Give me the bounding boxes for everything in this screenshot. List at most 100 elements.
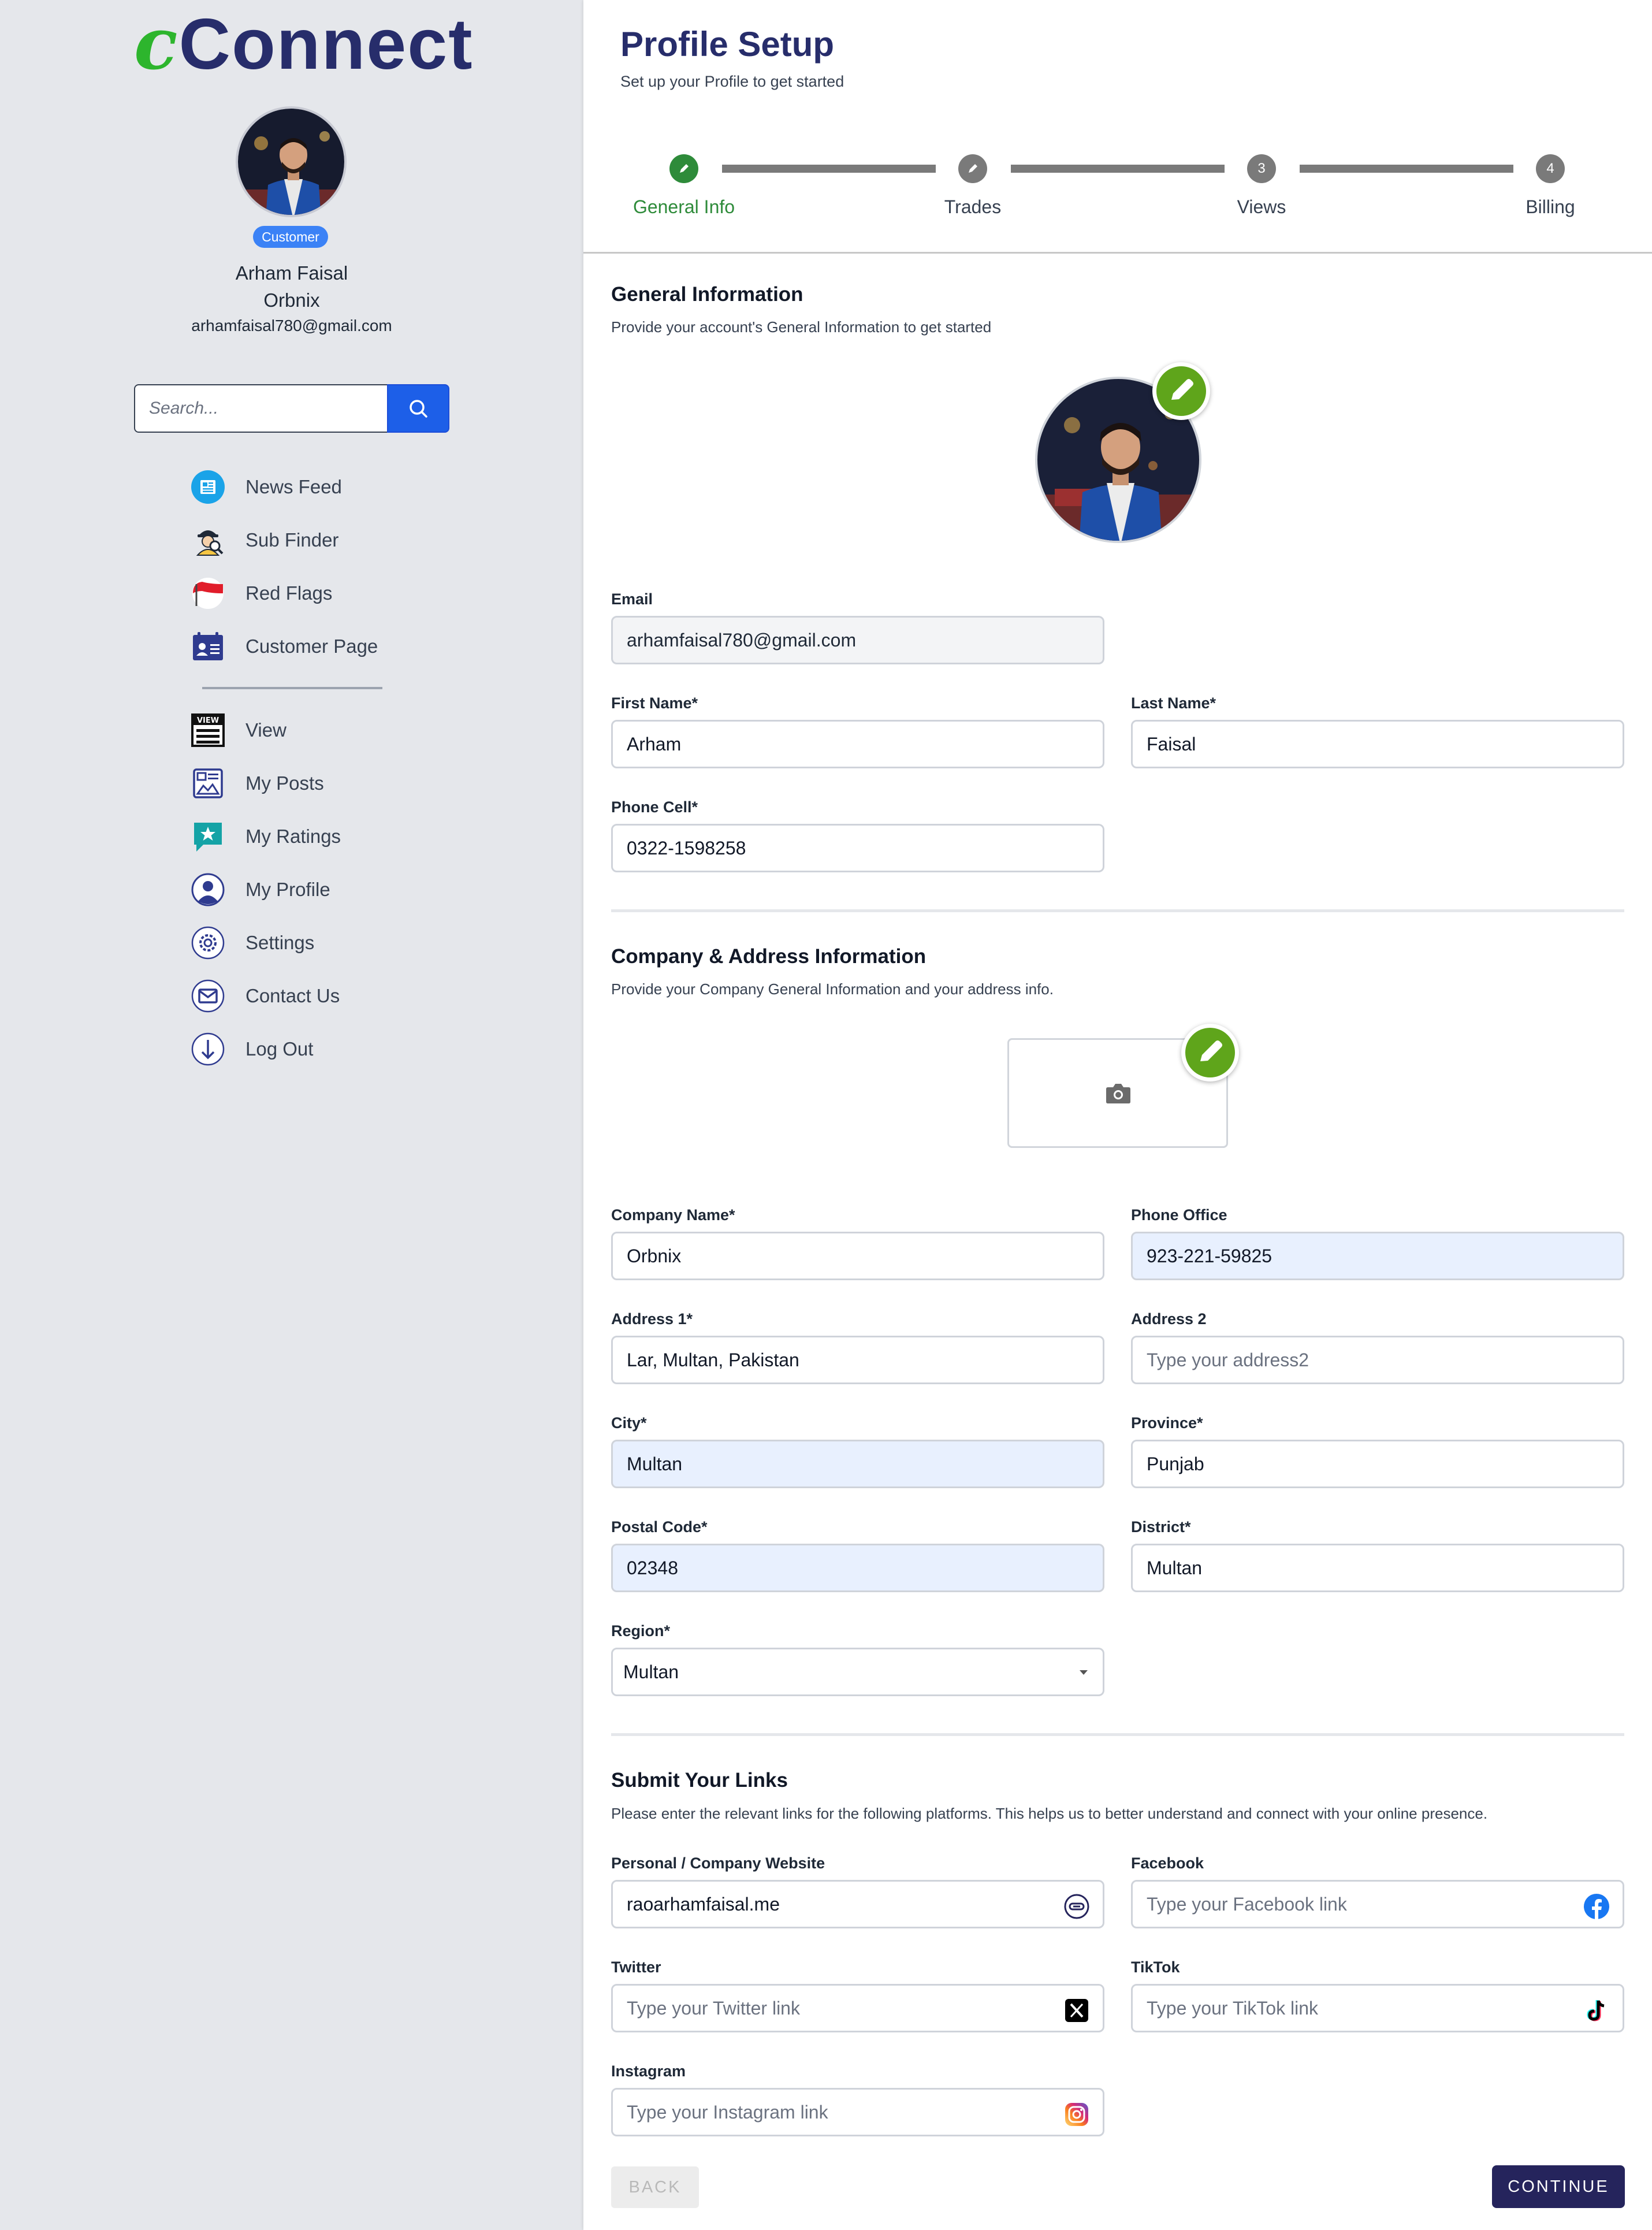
my-ratings-icon [194,823,222,852]
sidebar-avatar[interactable] [236,106,347,217]
step-label-views[interactable]: Views [1192,196,1331,218]
step-connector [722,165,936,173]
email-field: arhamfaisal780@gmail.com [611,616,1104,664]
step-marker-views[interactable]: 3 [1247,154,1276,183]
news-feed-icon [191,470,225,504]
section-divider [611,1733,1624,1736]
nav-label: Sub Finder [245,529,339,551]
settings-icon [191,926,225,960]
my-posts-icon [193,768,223,798]
nav-item-customer-page[interactable]: Customer Page [191,626,479,667]
step-connector [1300,165,1513,173]
step-label-trades[interactable]: Trades [903,196,1042,218]
nav-label: Log Out [245,1038,314,1060]
facebook-field[interactable]: Type your Facebook link [1131,1880,1624,1928]
first-name-field[interactable]: Arham [611,720,1104,768]
user-email: arhamfaisal780@gmail.com [191,317,392,335]
step-label-billing[interactable]: Billing [1481,196,1620,218]
camera-icon [1106,1084,1130,1103]
nav-item-view[interactable]: VIEW View [191,710,479,750]
search-input[interactable] [134,384,388,433]
twitter-field[interactable]: Type your Twitter link [611,1984,1104,2032]
section-divider [611,909,1624,912]
page-title: Profile Setup [620,25,835,64]
website-label: Personal / Company Website [611,1854,825,1872]
chevron-down-icon [1080,1670,1088,1675]
company-name-label: Company Name* [611,1206,735,1224]
instagram-field[interactable]: Type your Instagram link [611,2088,1104,2136]
nav-label: Red Flags [245,582,333,604]
step-label-general-info[interactable]: General Info [615,196,753,218]
phone-office-label: Phone Office [1131,1206,1227,1224]
x-twitter-icon [1065,1999,1088,2022]
contact-us-icon [191,979,225,1013]
step-marker-billing[interactable]: 4 [1536,154,1565,183]
user-company: Orbnix [263,289,320,311]
tiktok-label: TikTok [1131,1958,1180,1976]
region-selected-value: Multan [623,1662,679,1682]
log-out-icon [191,1032,225,1066]
nav-divider [202,687,382,689]
phone-cell-field[interactable]: 0322-1598258 [611,824,1104,872]
address2-field[interactable]: Type your address2 [1131,1336,1624,1384]
stepper-divider [583,252,1652,254]
svg-text:VIEW: VIEW [197,716,219,725]
instagram-icon [1065,2103,1088,2126]
step-marker-trades[interactable] [958,154,987,183]
last-name-field[interactable]: Faisal [1131,720,1624,768]
nav-item-contact-us[interactable]: Contact Us [191,976,479,1016]
profile-setup-panel: Profile Setup Set up your Profile to get… [583,0,1652,2230]
nav-label: News Feed [245,476,342,497]
nav-item-red-flags[interactable]: Red Flags [191,573,479,614]
step-marker-general-info[interactable] [669,154,698,183]
nav-item-my-posts[interactable]: My Posts [191,763,479,804]
nav-item-log-out[interactable]: Log Out [191,1029,479,1069]
sub-finder-icon [196,530,224,556]
nav-item-sub-finder[interactable]: Sub Finder [191,520,479,560]
first-name-label: First Name* [611,694,698,712]
edit-company-logo-button[interactable] [1181,1024,1239,1081]
page-subtitle: Set up your Profile to get started [620,73,844,90]
address1-field[interactable]: Lar, Multan, Pakistan [611,1336,1104,1384]
city-field[interactable]: Multan [611,1440,1104,1488]
twitter-label: Twitter [611,1958,661,1976]
company-info-subtitle: Provide your Company General Information… [611,980,1054,998]
search-button[interactable] [387,384,449,433]
nav-item-news-feed[interactable]: News Feed [191,467,479,507]
nav-label: Customer Page [245,635,378,657]
tiktok-icon [1587,2000,1605,2021]
postal-code-field[interactable]: 02348 [611,1544,1104,1592]
nav-item-my-ratings[interactable]: My Ratings [191,816,479,857]
last-name-label: Last Name* [1131,694,1216,712]
app-logo[interactable]: cConnect [134,3,474,86]
company-name-field[interactable]: Orbnix [611,1232,1104,1280]
continue-button[interactable]: CONTINUE [1492,2165,1625,2208]
links-subtitle: Please enter the relevant links for the … [611,1805,1488,1822]
twitter-placeholder: Type your Twitter link [627,1998,800,2019]
address1-label: Address 1* [611,1310,693,1328]
region-select[interactable]: Multan [611,1648,1104,1696]
nav-item-my-profile[interactable]: My Profile [191,869,479,910]
tiktok-placeholder: Type your TikTok link [1147,1998,1318,2019]
links-title: Submit Your Links [611,1769,788,1792]
red-flag-icon [191,577,225,610]
nav-item-settings[interactable]: Settings [191,923,479,963]
website-field[interactable]: raoarhamfaisal.me [611,1880,1104,1928]
tiktok-field[interactable]: Type your TikTok link [1131,1984,1624,2032]
facebook-placeholder: Type your Facebook link [1147,1894,1347,1915]
user-name: Arham Faisal [235,262,348,284]
pencil-icon [1171,379,1193,400]
edit-profile-photo-button[interactable] [1152,362,1210,420]
district-field[interactable]: Multan [1131,1544,1624,1592]
province-field[interactable]: Punjab [1131,1440,1624,1488]
nav-label: Contact Us [245,985,340,1006]
back-button[interactable]: BACK [611,2166,699,2208]
phone-office-field[interactable]: 923-221-59825 [1131,1232,1624,1280]
facebook-label: Facebook [1131,1854,1204,1872]
province-label: Province* [1131,1414,1203,1432]
website-value: raoarhamfaisal.me [627,1894,780,1915]
step-connector [1011,165,1225,173]
role-badge: Customer [253,226,328,248]
general-info-subtitle: Provide your account's General Informati… [611,318,992,336]
pencil-icon [969,164,977,173]
